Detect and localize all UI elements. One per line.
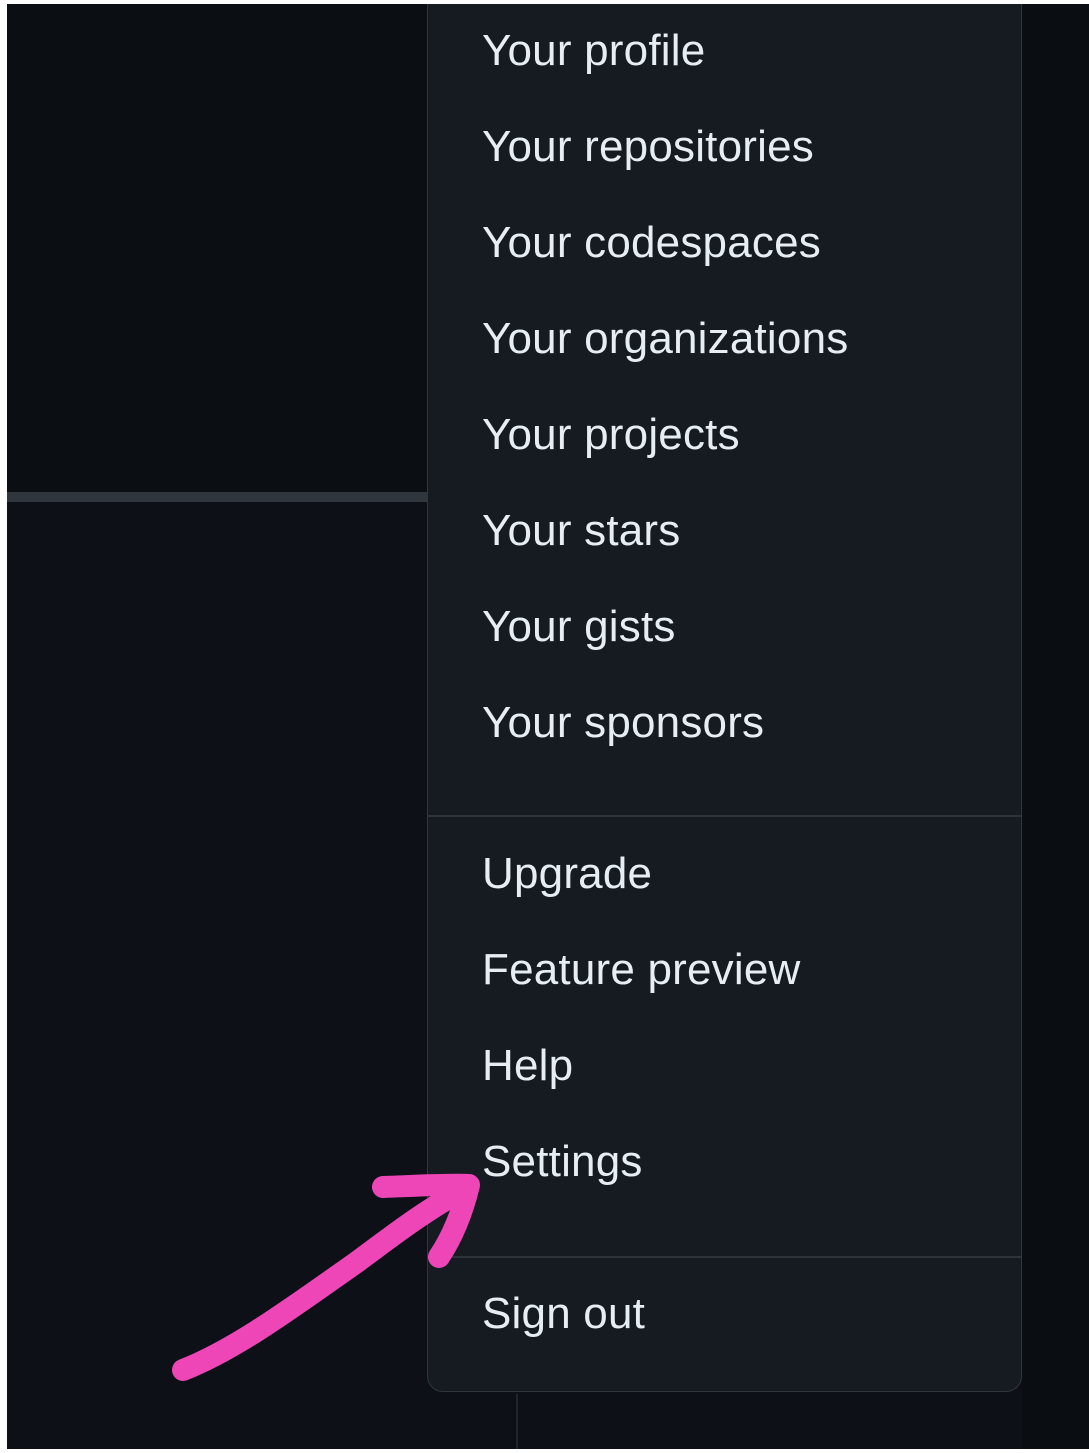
menu-item-your-projects[interactable]: Your projects bbox=[482, 409, 740, 461]
menu-item-your-organizations[interactable]: Your organizations bbox=[482, 313, 848, 365]
menu-divider bbox=[428, 815, 1021, 817]
menu-item-settings[interactable]: Settings bbox=[482, 1136, 643, 1188]
background-panel-bottom bbox=[7, 502, 427, 1449]
page-background: Your profile Your repositories Your code… bbox=[7, 4, 1089, 1449]
menu-item-upgrade[interactable]: Upgrade bbox=[482, 848, 652, 900]
menu-item-your-stars[interactable]: Your stars bbox=[482, 505, 680, 557]
user-dropdown-menu: Your profile Your repositories Your code… bbox=[427, 4, 1022, 1392]
menu-item-your-sponsors[interactable]: Your sponsors bbox=[482, 697, 764, 749]
background-panel-right bbox=[1022, 4, 1089, 1449]
menu-item-sign-out[interactable]: Sign out bbox=[482, 1288, 645, 1340]
menu-item-your-gists[interactable]: Your gists bbox=[482, 601, 676, 653]
menu-item-help[interactable]: Help bbox=[482, 1040, 573, 1092]
background-vertical-line bbox=[516, 1394, 518, 1449]
background-panel-top bbox=[7, 4, 427, 492]
menu-item-your-profile[interactable]: Your profile bbox=[482, 25, 705, 77]
menu-item-feature-preview[interactable]: Feature preview bbox=[482, 944, 800, 996]
menu-item-your-repositories[interactable]: Your repositories bbox=[482, 121, 814, 173]
menu-item-your-codespaces[interactable]: Your codespaces bbox=[482, 217, 821, 269]
menu-divider bbox=[428, 1256, 1021, 1258]
background-divider bbox=[7, 492, 427, 502]
